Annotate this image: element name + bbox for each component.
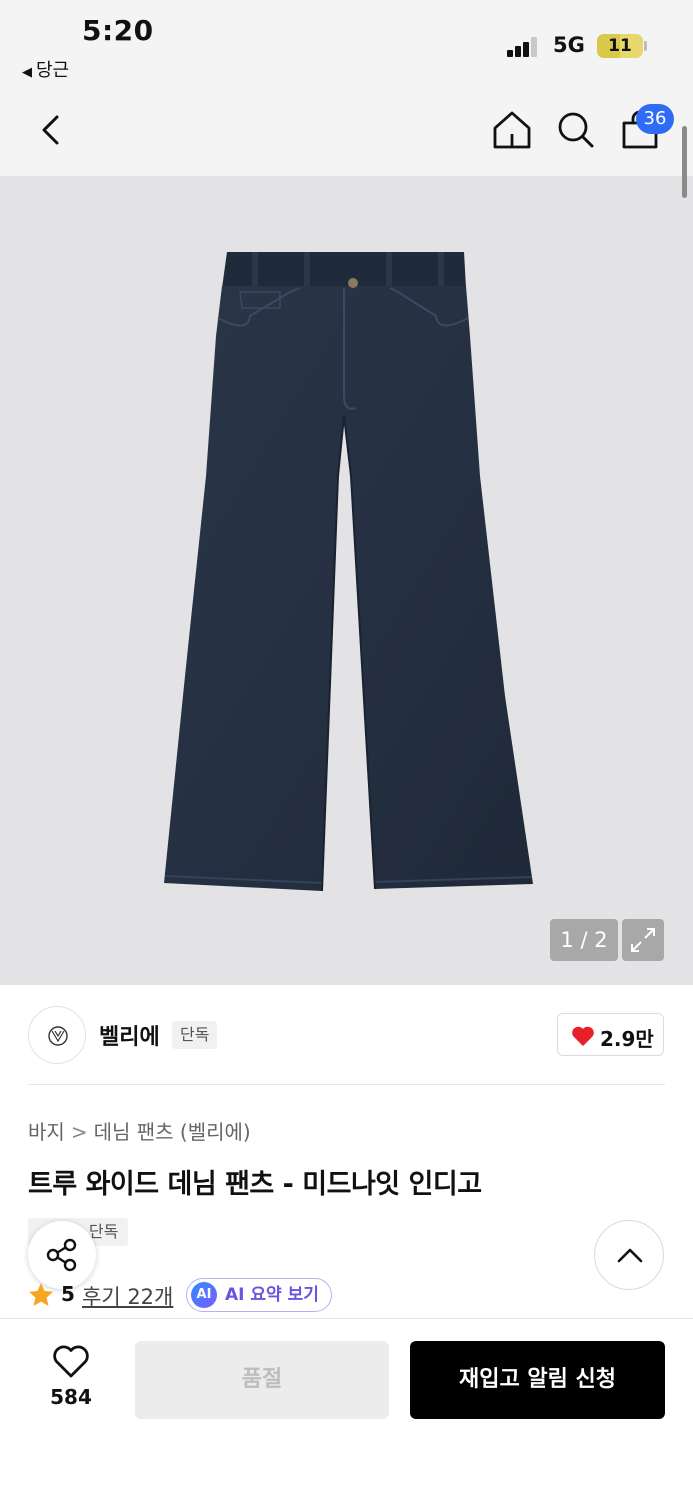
star-icon <box>29 1283 53 1306</box>
exclusive-tag: 단독 <box>172 1021 218 1049</box>
image-page-counter: 1 / 2 <box>550 919 618 961</box>
brand-emblem-icon <box>48 1026 68 1046</box>
share-button[interactable] <box>28 1221 96 1289</box>
soldout-button[interactable]: 품절 <box>135 1341 389 1419</box>
back-chevron-icon[interactable] <box>32 110 72 150</box>
wishlist-button[interactable]: 584 <box>38 1345 104 1415</box>
search-icon[interactable] <box>554 108 598 152</box>
brand-like-count: 2.9만 <box>600 1027 654 1051</box>
top-navigation-bar <box>0 88 693 176</box>
fullscreen-button[interactable] <box>622 919 664 961</box>
wishlist-count: 584 <box>50 1385 92 1409</box>
reviews-link[interactable]: 후기 22개 <box>82 1281 173 1311</box>
bottom-action-bar: 584 품절 재입고 알림 신청 <box>0 1318 693 1500</box>
back-triangle-icon: ◀ <box>22 65 32 80</box>
page-scrollbar[interactable] <box>682 126 687 198</box>
battery-cap <box>644 41 647 51</box>
battery-icon: 11 <box>597 34 643 58</box>
ai-badge-icon: AI <box>191 1282 217 1308</box>
brand-like-button[interactable]: 2.9만 <box>557 1013 664 1056</box>
cart-count-badge: 36 <box>636 104 674 134</box>
chevron-up-icon <box>617 1248 643 1263</box>
ai-summary-label: AI 요약 보기 <box>225 1285 319 1305</box>
status-bar: 5:20 ◀ 당근 5G 11 <box>0 0 693 88</box>
heart-outline-icon <box>53 1345 89 1378</box>
product-tag-label: 단독 <box>88 1222 119 1241</box>
product-photo-jeans <box>164 252 533 892</box>
back-app-label: 당근 <box>36 60 70 81</box>
back-to-app-link[interactable]: ◀ 당근 <box>22 56 69 82</box>
restock-alert-button[interactable]: 재입고 알림 신청 <box>410 1341 665 1419</box>
chevron-right-icon: > <box>70 1120 88 1144</box>
expand-arrows-icon <box>631 928 655 952</box>
ai-summary-button[interactable]: AI AI 요약 보기 <box>186 1278 332 1312</box>
breadcrumb-item-denim[interactable]: 데님 팬츠 (벨리에) <box>94 1120 251 1144</box>
status-time: 5:20 <box>82 14 154 47</box>
heart-filled-icon <box>572 1026 594 1046</box>
brand-logo[interactable] <box>28 1006 86 1064</box>
section-divider <box>28 1084 665 1085</box>
product-title: 트루 와이드 데님 팬츠 - 미드나잇 인디고 <box>28 1169 482 1200</box>
rating-value: 5 <box>61 1282 75 1306</box>
scroll-top-button[interactable] <box>594 1220 664 1290</box>
brand-name[interactable]: 벨리에 <box>99 1019 160 1051</box>
cellular-signal-icon <box>507 37 541 57</box>
share-icon <box>46 1238 77 1272</box>
battery-level: 11 <box>608 36 632 56</box>
home-icon[interactable] <box>490 108 534 152</box>
breadcrumb: 바지 > 데님 팬츠 (벨리에) <box>28 1116 251 1145</box>
breadcrumb-item-pants[interactable]: 바지 <box>28 1120 65 1144</box>
product-image-gallery[interactable] <box>0 176 693 985</box>
network-type: 5G <box>553 33 585 57</box>
